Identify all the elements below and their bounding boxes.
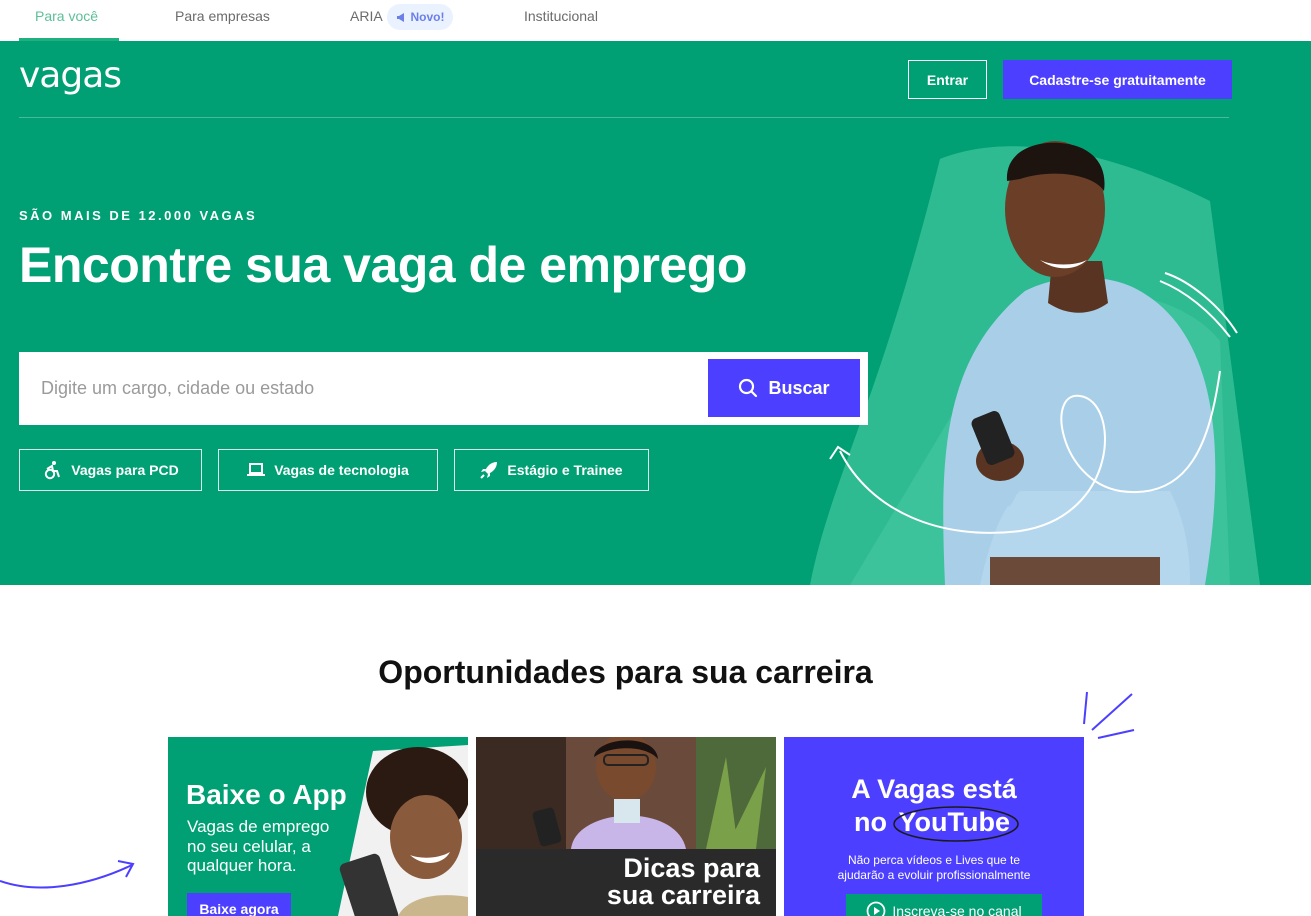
rocket-icon [480,462,498,479]
nav-tab-para-empresas[interactable]: Para empresas [175,8,270,24]
chip-vagas-tecnologia[interactable]: Vagas de tecnologia [218,449,438,491]
woman-with-phone-photo [338,745,468,916]
chip-label: Vagas para PCD [71,462,179,478]
section-title: Oportunidades para sua carreira [378,654,873,690]
chip-estagio-trainee[interactable]: Estágio e Trainee [454,449,649,491]
search-icon [739,378,758,398]
laptop-icon [247,463,266,476]
tips-card-title: Dicas para sua carreira [606,853,760,910]
vagas-logo[interactable]: vagas [19,55,122,96]
chip-label: Vagas de tecnologia [274,462,409,478]
hero-person-illustration [810,141,1260,585]
hand-drawn-circle [892,806,1019,842]
download-app-button[interactable]: Baixe agora [187,893,291,916]
youtube-card-text: Não perca vídeos e Lives que te ajudarão… [837,853,1031,882]
career-tips-card[interactable]: Dicas para sua carreira [476,737,776,916]
search-button-label: Buscar [768,377,830,398]
top-navigation: Para você Para empresas ARIA Novo! Insti… [0,0,1311,41]
woman-smiling-photo [476,737,776,849]
nav-tab-para-voce[interactable]: Para você [35,8,98,24]
search-button[interactable]: Buscar [708,359,860,417]
hero-eyebrow: SÃO MAIS DE 12.000 VAGAS [19,208,258,223]
search-input[interactable] [19,352,699,425]
play-icon [867,901,886,916]
app-card[interactable]: Baixe o App Vagas de emprego no seu celu… [168,737,468,916]
nav-tab-aria[interactable]: ARIA [350,8,383,24]
hero-section: vagas Entrar Cadastre-se gratuitamente S… [0,41,1311,585]
nav-tab-institucional[interactable]: Institucional [524,8,598,24]
chip-label: Estágio e Trainee [507,462,623,478]
new-badge: Novo! [387,4,453,30]
new-badge-label: Novo! [410,10,445,24]
youtube-card[interactable]: A Vagas está no YouTube Não perca vídeos… [784,737,1084,916]
megaphone-icon [396,12,404,22]
youtube-highlight: YouTube [892,806,1019,842]
job-search-bar: Buscar [19,352,868,425]
app-card-text: Vagas de emprego no seu celular, a qualq… [187,817,330,875]
app-card-title: Baixe o App [186,779,347,810]
chip-vagas-pcd[interactable]: Vagas para PCD [19,449,202,491]
decorative-strokes [1083,691,1135,739]
subscribe-channel-button[interactable]: Inscreva-se no canal [846,894,1042,916]
decorative-arrow [0,860,135,889]
youtube-card-title: A Vagas está no YouTube [784,773,1084,842]
accessibility-icon [45,461,61,480]
hero-headline: Encontre sua vaga de emprego [19,237,747,293]
